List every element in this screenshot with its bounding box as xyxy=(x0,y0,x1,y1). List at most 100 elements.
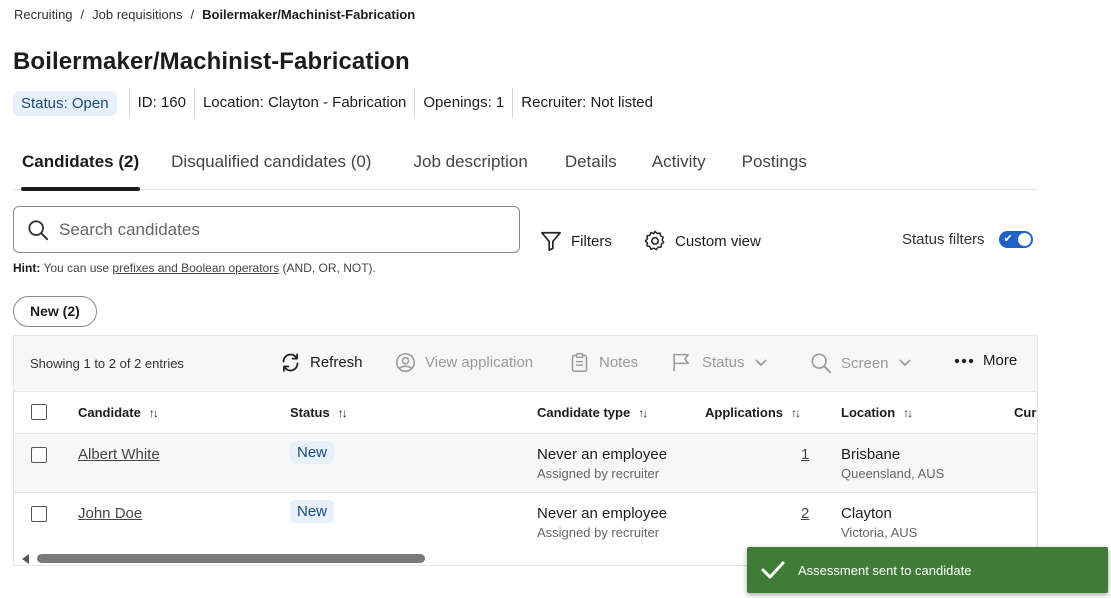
filters-label: Filters xyxy=(571,232,612,250)
view-application-button[interactable]: View application xyxy=(395,352,533,373)
requisition-openings: Openings: 1 xyxy=(414,88,512,118)
status-badge: New xyxy=(290,441,335,464)
select-all-checkbox[interactable] xyxy=(31,404,47,420)
row-checkbox[interactable] xyxy=(31,506,47,522)
breadcrumb-current: Boilermaker/Machinist-Fabrication xyxy=(202,7,416,22)
filters-button[interactable]: Filters xyxy=(540,230,612,252)
applications-count-link[interactable]: 2 xyxy=(801,505,809,522)
tab-candidates[interactable]: Candidates (2) xyxy=(20,143,141,191)
scrollbar-thumb[interactable] xyxy=(37,554,425,563)
flag-icon xyxy=(673,353,689,372)
location-city: Clayton xyxy=(841,505,892,522)
custom-view-label: Custom view xyxy=(675,232,761,250)
tab-details[interactable]: Details xyxy=(565,143,617,189)
status-label: Status xyxy=(702,354,745,371)
tab-disqualified-candidates[interactable]: Disqualified candidates (0) xyxy=(171,143,371,189)
tab-activity[interactable]: Activity xyxy=(652,143,706,189)
requisition-meta: Status: Open ID: 160 Location: Clayton -… xyxy=(13,88,661,118)
column-candidate-type-label: Candidate type xyxy=(537,405,631,420)
view-application-label: View application xyxy=(425,354,534,371)
hint-link[interactable]: prefixes and Boolean operators xyxy=(112,261,279,275)
column-location-label: Location xyxy=(841,405,896,420)
requisition-id: ID: 160 xyxy=(128,88,194,118)
checkmark-icon xyxy=(761,561,785,579)
sort-icon: ↑↓ xyxy=(148,405,159,420)
sort-icon: ↑↓ xyxy=(903,405,913,420)
search-icon xyxy=(28,219,49,240)
table-row: Albert White New Never an employee Assig… xyxy=(14,433,1037,492)
sort-icon: ↑↓ xyxy=(337,405,348,420)
refresh-button[interactable]: Refresh xyxy=(280,352,363,373)
refresh-icon xyxy=(282,353,299,372)
more-dots-icon xyxy=(954,358,974,363)
search-icon xyxy=(811,353,832,374)
showing-entries: Showing 1 to 2 of 2 entries xyxy=(30,356,184,371)
candidate-type-sub: Assigned by recruiter xyxy=(537,525,660,540)
table-row: John Doe New Never an employee Assigned … xyxy=(14,492,1037,551)
chevron-down-icon xyxy=(754,358,767,366)
scroll-left-arrow-icon[interactable] xyxy=(22,554,29,564)
status-badge: New xyxy=(290,500,335,523)
notes-label: Notes xyxy=(599,354,639,371)
chevron-down-icon xyxy=(898,359,911,367)
more-button[interactable]: More xyxy=(954,352,1017,369)
status-button[interactable]: Status xyxy=(671,352,776,373)
location-city: Brisbane xyxy=(841,446,901,463)
status-pill-new[interactable]: New (2) xyxy=(13,296,97,327)
location-region: Victoria, AUS xyxy=(841,525,918,540)
column-candidate[interactable]: Candidate ↑↓ xyxy=(78,405,159,420)
hint-prefix: Hint: xyxy=(13,261,41,275)
check-icon: ✔ xyxy=(1003,233,1013,245)
candidates-grid: Showing 1 to 2 of 2 entries Refresh View… xyxy=(13,335,1038,566)
clipboard-icon xyxy=(571,353,588,373)
breadcrumb-recruiting[interactable]: Recruiting xyxy=(14,7,73,22)
row-checkbox[interactable] xyxy=(31,447,47,463)
notes-button[interactable]: Notes xyxy=(569,352,638,373)
status-filters: Status filters ✔ xyxy=(902,231,1033,248)
tab-bar: Candidates (2) Disqualified candidates (… xyxy=(13,143,1038,191)
applications-count-link[interactable]: 1 xyxy=(801,446,809,463)
column-current[interactable]: Cur xyxy=(1014,405,1036,420)
requisition-recruiter: Recruiter: Not listed xyxy=(512,88,661,118)
filter-icon xyxy=(541,231,561,251)
candidate-type: Never an employee xyxy=(537,446,668,463)
toast-message: Assessment sent to candidate xyxy=(798,562,972,578)
column-status[interactable]: Status ↑↓ xyxy=(290,405,348,420)
more-label: More xyxy=(983,352,1018,369)
candidate-name-link[interactable]: John Doe xyxy=(78,505,142,522)
location-region: Queensland, AUS xyxy=(841,466,945,481)
candidate-type-sub: Assigned by recruiter xyxy=(537,466,660,481)
requisition-location: Location: Clayton - Fabrication xyxy=(193,88,414,118)
breadcrumb: Recruiting / Job requisitions / Boilerma… xyxy=(14,7,415,22)
table-header: Candidate ↑↓ Status ↑↓ Candidate type ↑↓ Ap… xyxy=(14,392,1037,433)
column-location[interactable]: Location ↑↓ xyxy=(841,405,913,420)
sort-icon: ↑↓ xyxy=(638,405,648,420)
screen-label: Screen xyxy=(841,354,889,372)
hint-text-before: You can use xyxy=(43,261,110,275)
tab-postings[interactable]: Postings xyxy=(742,143,807,189)
status-filters-toggle[interactable]: ✔ xyxy=(998,231,1033,248)
status-filters-label: Status filters xyxy=(902,231,985,248)
column-candidate-label: Candidate xyxy=(78,405,141,420)
breadcrumb-separator: / xyxy=(80,7,85,22)
success-toast: Assessment sent to candidate xyxy=(747,547,1108,593)
search-hint: Hint: You can use prefixes and Boolean o… xyxy=(13,261,376,275)
column-applications[interactable]: Applications ↑↓ xyxy=(705,405,801,420)
breadcrumb-job-requisitions[interactable]: Job requisitions xyxy=(92,7,182,22)
search-box xyxy=(13,206,520,253)
user-circle-icon xyxy=(395,352,416,373)
column-applications-label: Applications xyxy=(705,405,784,420)
candidate-name-link[interactable]: Albert White xyxy=(78,446,160,463)
refresh-label: Refresh xyxy=(310,354,363,371)
gear-icon xyxy=(644,230,665,251)
grid-toolbar: Showing 1 to 2 of 2 entries Refresh View… xyxy=(14,336,1037,392)
page-title: Boilermaker/Machinist-Fabrication xyxy=(13,48,410,75)
column-status-label: Status xyxy=(290,405,330,420)
custom-view-button[interactable]: Custom view xyxy=(644,230,761,252)
search-input[interactable] xyxy=(59,219,499,240)
status-badge: Status: Open xyxy=(13,90,117,116)
screen-button[interactable]: Screen xyxy=(810,352,920,374)
column-candidate-type[interactable]: Candidate type ↑↓ xyxy=(537,405,648,420)
tab-job-description[interactable]: Job description xyxy=(413,143,527,189)
column-current-label: Cur xyxy=(1014,405,1037,420)
